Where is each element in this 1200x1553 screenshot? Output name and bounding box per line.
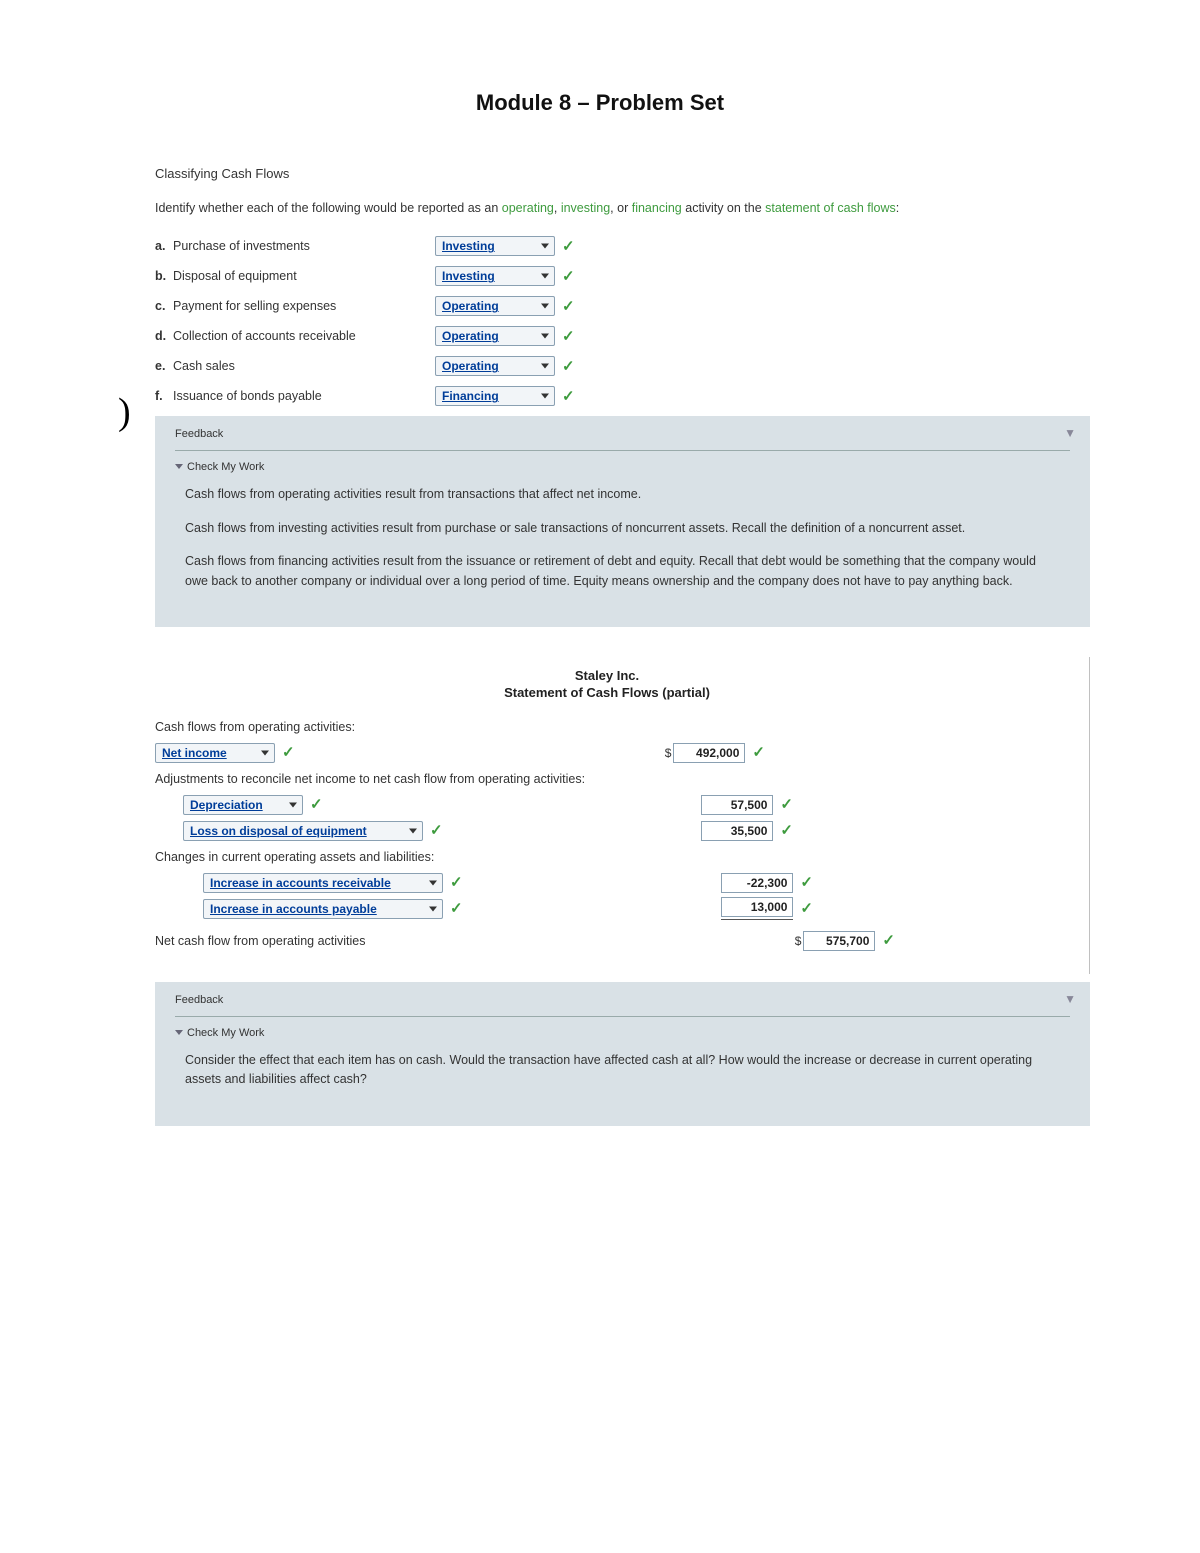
question-text: Issuance of bonds payable [173, 389, 322, 403]
question-label: b.Disposal of equipment [155, 269, 435, 283]
net-income-select[interactable]: Net income [155, 743, 275, 763]
check-icon: ✓ [562, 239, 575, 254]
check-my-work-toggle[interactable]: Check My Work [175, 1027, 1070, 1039]
total-label: Net cash flow from operating activities [155, 934, 615, 948]
check-icon: ✓ [450, 875, 463, 890]
question-row: b.Disposal of equipmentInvesting✓ [155, 266, 1060, 286]
changes-label: Changes in current operating assets and … [155, 850, 1059, 864]
statement-container: Staley Inc. Statement of Cash Flows (par… [155, 657, 1090, 974]
answer-select[interactable]: Financing [435, 386, 555, 406]
inc-ar-select[interactable]: Increase in accounts receivable [203, 873, 443, 893]
question-list: a.Purchase of investmentsInvesting✓b.Dis… [155, 236, 1060, 406]
inc-ap-select[interactable]: Increase in accounts payable [203, 899, 443, 919]
check-icon: ✓ [562, 389, 575, 404]
answer-select[interactable]: Investing [435, 236, 555, 256]
check-icon: ✓ [882, 933, 895, 948]
feedback-heading: Feedback [175, 428, 1070, 451]
kw-stmt: statement of cash flows [765, 201, 896, 215]
answer-select[interactable]: Operating [435, 356, 555, 376]
question-letter: d. [155, 329, 173, 343]
question-letter: a. [155, 239, 173, 253]
check-icon: ✓ [800, 901, 813, 916]
total-input[interactable] [803, 931, 875, 951]
question-letter: c. [155, 299, 173, 313]
question-text: Payment for selling expenses [173, 299, 336, 313]
check-icon: ✓ [450, 901, 463, 916]
question-letter: f. [155, 389, 173, 403]
feedback-paragraph: Cash flows from financing activities res… [185, 552, 1060, 591]
page-title: Module 8 – Problem Set [110, 90, 1090, 116]
feedback-paragraph: Cash flows from investing activities res… [185, 519, 1060, 538]
dollar-sign: $ [665, 746, 672, 760]
depreciation-select[interactable]: Depreciation [183, 795, 303, 815]
oper-header: Cash flows from operating activities: [155, 720, 615, 734]
question-label: e.Cash sales [155, 359, 435, 373]
answer-select[interactable]: Operating [435, 296, 555, 316]
question-letter: e. [155, 359, 173, 373]
question-row: e.Cash salesOperating✓ [155, 356, 1060, 376]
dollar-sign: $ [795, 934, 802, 948]
statement-title: Statement of Cash Flows (partial) [155, 684, 1059, 702]
loss-disposal-input[interactable] [701, 821, 773, 841]
question-letter: b. [155, 269, 173, 283]
prompt-or: , or [610, 201, 632, 215]
question-text: Disposal of equipment [173, 269, 297, 283]
inc-ap-input[interactable] [721, 897, 793, 917]
check-icon: ✓ [562, 269, 575, 284]
check-icon: ✓ [562, 359, 575, 374]
prompt-text: Identify whether each of the following w… [155, 199, 1060, 218]
kw-investing: investing [561, 201, 610, 215]
adjustments-label: Adjustments to reconcile net income to n… [155, 772, 1059, 786]
answer-select[interactable]: Operating [435, 326, 555, 346]
check-icon: ✓ [310, 797, 323, 812]
kw-operating: operating [502, 201, 554, 215]
check-icon: ✓ [282, 745, 295, 760]
stray-paren: ) [118, 390, 131, 434]
question-row: f.Issuance of bonds payableFinancing✓ [155, 386, 1060, 406]
question-label: a.Purchase of investments [155, 239, 435, 253]
check-icon: ✓ [780, 823, 793, 838]
question-text: Purchase of investments [173, 239, 310, 253]
section-heading: Classifying Cash Flows [155, 166, 1060, 181]
question-text: Cash sales [173, 359, 235, 373]
question-row: c.Payment for selling expensesOperating✓ [155, 296, 1060, 316]
feedback-box-1: ▼ Feedback Check My Work Cash flows from… [155, 416, 1090, 627]
check-icon: ✓ [800, 875, 813, 890]
check-icon: ✓ [780, 797, 793, 812]
inc-ar-input[interactable] [721, 873, 793, 893]
collapse-icon[interactable]: ▼ [1064, 426, 1076, 440]
prompt-pre: Identify whether each of the following w… [155, 201, 502, 215]
loss-disposal-select[interactable]: Loss on disposal of equipment [183, 821, 423, 841]
question-row: a.Purchase of investmentsInvesting✓ [155, 236, 1060, 256]
prompt-mid: activity on the [682, 201, 765, 215]
question-label: f.Issuance of bonds payable [155, 389, 435, 403]
collapse-icon[interactable]: ▼ [1064, 992, 1076, 1006]
statement-head: Staley Inc. Statement of Cash Flows (par… [155, 667, 1059, 702]
kw-financing: financing [632, 201, 682, 215]
question-label: d.Collection of accounts receivable [155, 329, 435, 343]
net-income-input[interactable] [673, 743, 745, 763]
check-icon: ✓ [430, 823, 443, 838]
question-row: d.Collection of accounts receivableOpera… [155, 326, 1060, 346]
feedback-heading: Feedback [175, 994, 1070, 1017]
company-name: Staley Inc. [155, 667, 1059, 685]
prompt-colon: : [896, 201, 899, 215]
feedback-paragraph: Cash flows from operating activities res… [185, 485, 1060, 504]
check-my-work-toggle[interactable]: Check My Work [175, 461, 1070, 473]
prompt-comma: , [554, 201, 561, 215]
feedback-paragraph: Consider the effect that each item has o… [185, 1051, 1060, 1090]
feedback-box-2: ▼ Feedback Check My Work Consider the ef… [155, 982, 1090, 1126]
answer-select[interactable]: Investing [435, 266, 555, 286]
question-text: Collection of accounts receivable [173, 329, 356, 343]
check-icon: ✓ [562, 329, 575, 344]
question-label: c.Payment for selling expenses [155, 299, 435, 313]
check-icon: ✓ [562, 299, 575, 314]
depreciation-input[interactable] [701, 795, 773, 815]
check-icon: ✓ [752, 745, 765, 760]
